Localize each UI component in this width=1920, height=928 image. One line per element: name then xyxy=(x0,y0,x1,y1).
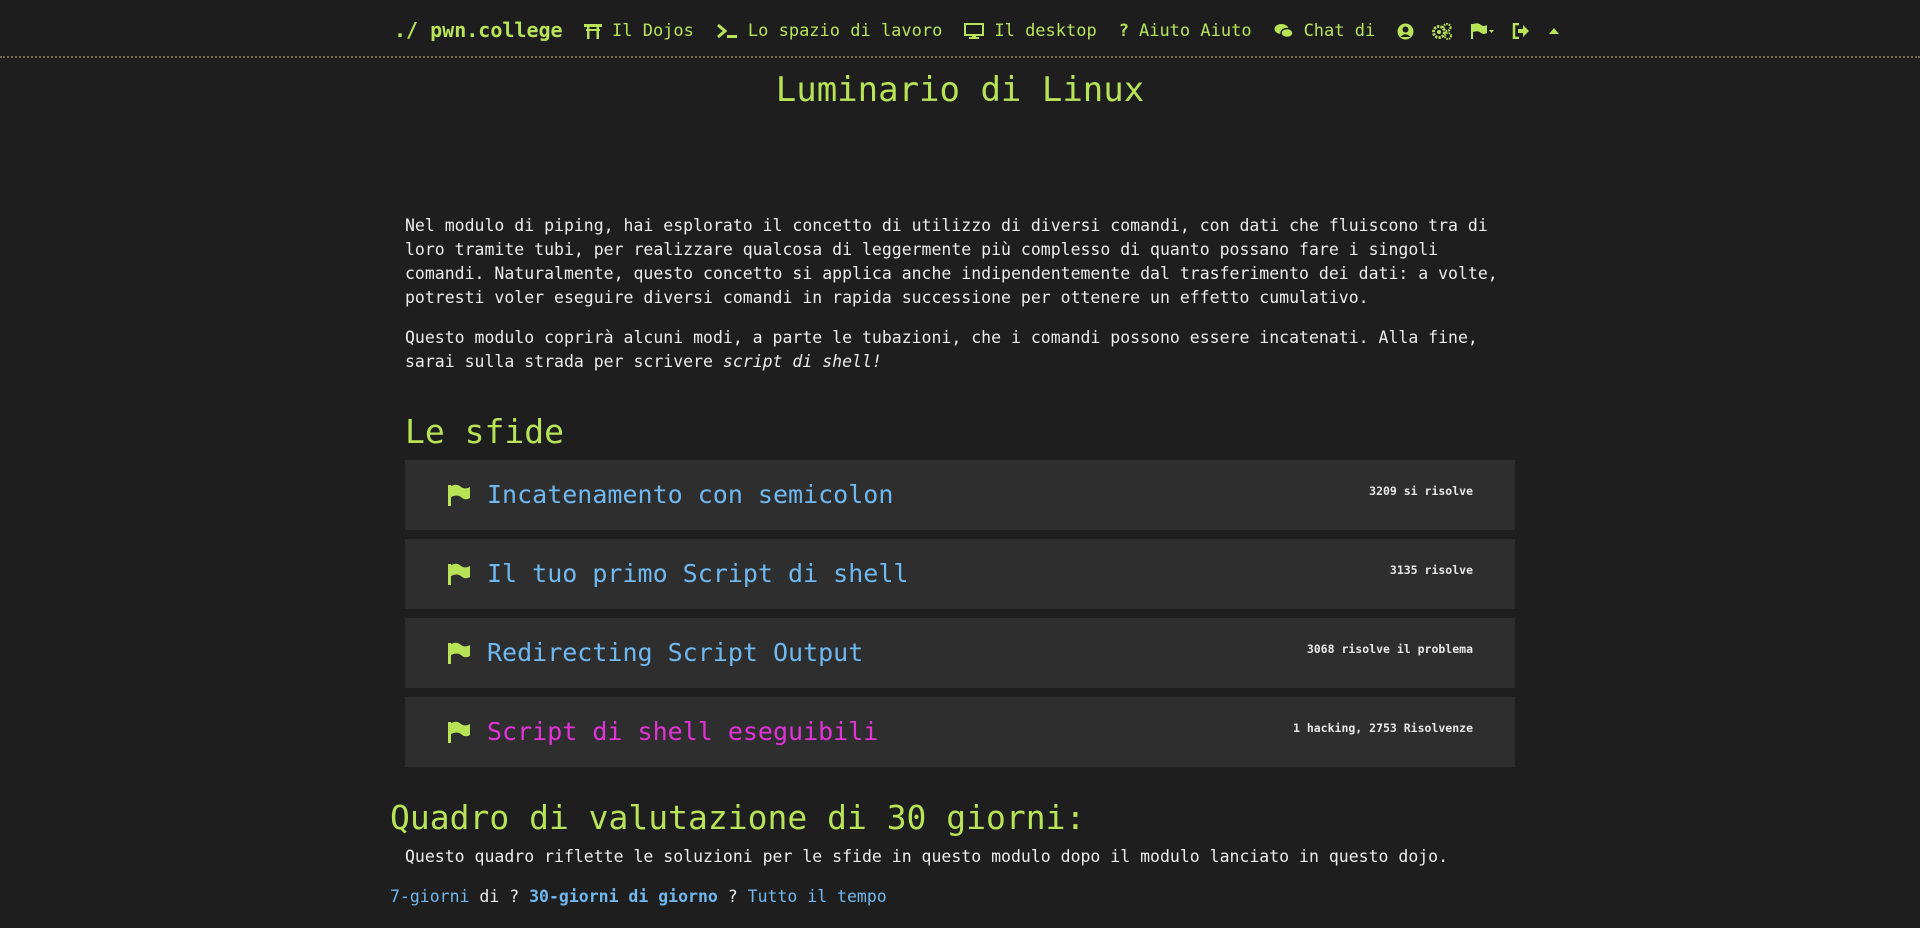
cogs-icon xyxy=(1432,22,1453,40)
challenge-solves: 3135 risolve xyxy=(1389,563,1473,577)
collapse-navbar-button[interactable] xyxy=(1548,26,1560,36)
user-circle-icon xyxy=(1397,23,1414,39)
nav-help[interactable]: ? Aiuto Aiuto xyxy=(1119,21,1252,41)
desktop-icon xyxy=(964,23,985,39)
challenge-name[interactable]: Redirecting Script Output xyxy=(487,638,863,667)
settings-button[interactable] xyxy=(1432,22,1453,40)
range-separator: di ? xyxy=(469,887,530,906)
range-7-days-link[interactable]: 7-giorni xyxy=(390,887,469,906)
nav-dojos[interactable]: Il Dojos xyxy=(584,21,694,41)
scoreboard-title: Quadro di valutazione di 30 giorni: xyxy=(390,798,1086,837)
flag-dropdown-icon xyxy=(1471,23,1495,39)
nav-workspace-label: Lo spazio di lavoro xyxy=(747,21,943,41)
nav-chat[interactable]: Chat di xyxy=(1274,21,1376,41)
flag-icon xyxy=(448,563,470,585)
challenge-row[interactable]: Redirecting Script Output 3068 risolve i… xyxy=(405,618,1515,688)
challenge-solves: 3068 risolve il problema xyxy=(1306,642,1473,656)
logout-button[interactable] xyxy=(1512,23,1530,39)
paragraph-2-text: Questo modulo coprirà alcuni modi, a par… xyxy=(405,328,1478,371)
torii-gate-icon xyxy=(584,24,602,39)
challenge-row[interactable]: Incatenamento con semicolon 3209 si riso… xyxy=(405,460,1515,530)
challenges-heading: Le sfide xyxy=(405,412,564,451)
challenge-solves: 1 hacking, 2753 Risolvenze xyxy=(1292,721,1473,735)
description-paragraph-1: Nel modulo di piping, hai esplorato il c… xyxy=(405,216,1498,307)
terminal-icon xyxy=(716,23,737,39)
flag-icon xyxy=(448,642,470,664)
nav-chat-label: Chat di xyxy=(1303,21,1376,41)
challenge-name[interactable]: Script di shell eseguibili xyxy=(487,717,878,746)
challenge-row[interactable]: Il tuo primo Script di shell 3135 risolv… xyxy=(405,539,1515,609)
question-icon: ? xyxy=(1118,21,1129,41)
flag-icon xyxy=(448,721,470,743)
nav-desktop-label: Il desktop xyxy=(994,21,1097,41)
challenge-name[interactable]: Incatenamento con semicolon xyxy=(487,480,893,509)
comments-icon xyxy=(1274,24,1294,39)
description-paragraph-2: Questo modulo coprirà alcuni modi, a par… xyxy=(405,326,1515,374)
nav-desktop[interactable]: Il desktop xyxy=(964,21,1097,41)
account-button[interactable] xyxy=(1397,23,1414,40)
range-separator: ? xyxy=(717,887,748,906)
brand-link[interactable]: ./ pwn.college xyxy=(394,18,563,42)
scoreboard-range-selector: 7-giorni di ? 30-giorni di giorno ? Tutt… xyxy=(390,887,887,906)
nav-menu: Il Dojos Lo spazio di lavoro Il desktop … xyxy=(584,18,1578,44)
nav-workspace[interactable]: Lo spazio di lavoro xyxy=(716,21,942,41)
challenge-name[interactable]: Il tuo primo Script di shell xyxy=(487,559,908,588)
paragraph-2-emphasis: script di shell! xyxy=(722,352,882,371)
range-all-time-link[interactable]: Tutto il tempo xyxy=(748,887,887,906)
nav-help-label: Aiuto Aiuto xyxy=(1138,21,1252,41)
nav-dojos-label: Il Dojos xyxy=(612,21,694,41)
challenge-row[interactable]: Script di shell eseguibili 1 hacking, 27… xyxy=(405,697,1515,767)
top-navbar: ./ pwn.college Il Dojos Lo spazio di lav… xyxy=(0,0,1920,58)
module-description: Nel modulo di piping, hai esplorato il c… xyxy=(405,214,1515,374)
page-title: Luminario di Linux xyxy=(775,70,1145,110)
scoreboard-description: Questo quadro riflette le soluzioni per … xyxy=(405,847,1449,866)
caret-up-icon xyxy=(1549,28,1560,34)
flag-icon xyxy=(448,484,470,506)
sign-out-icon xyxy=(1512,23,1530,39)
range-30-days-link[interactable]: 30-giorni di giorno xyxy=(529,887,718,906)
challenge-solves: 3209 si risolve xyxy=(1369,484,1473,498)
flag-dropdown-button[interactable] xyxy=(1470,23,1495,39)
